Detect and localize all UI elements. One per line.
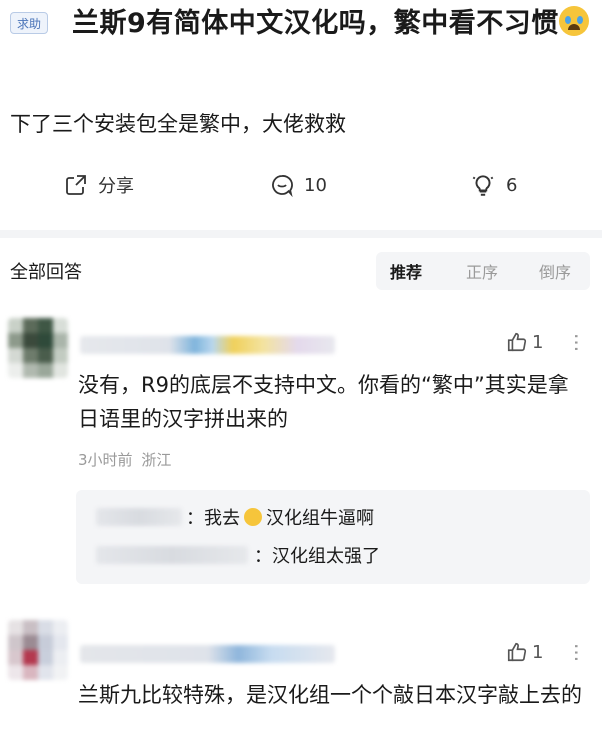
like-count: 1 (532, 641, 544, 663)
avatar[interactable] (8, 620, 68, 680)
comment-button[interactable]: 10 (270, 170, 327, 200)
loudly-crying-face-icon (558, 6, 589, 36)
sort-descending[interactable]: 倒序 (539, 259, 571, 283)
username-blurred[interactable] (80, 645, 335, 663)
like-button[interactable]: 1 (506, 641, 543, 663)
question-description: 下了三个安装包全是繁中，大佬救救 (10, 112, 346, 136)
question-title-text: 兰斯9有简体中文汉化吗，繁中看不习惯 (72, 8, 559, 39)
idea-button[interactable]: 6 (470, 170, 517, 200)
smirking-face-icon (244, 508, 262, 526)
reply-username-blurred[interactable] (96, 546, 248, 564)
comment-icon (272, 175, 293, 197)
reply-username-blurred[interactable] (96, 508, 182, 526)
answer-location: 浙江 (141, 451, 172, 469)
like-count: 1 (532, 331, 544, 353)
avatar[interactable] (8, 318, 68, 378)
answer-time: 3小时前 (78, 451, 133, 469)
reply-1: ：我去 汉化组牛逼啊 (186, 504, 374, 530)
share-label: 分享 (98, 176, 134, 197)
answer-meta: 3小时前 浙江 (78, 449, 171, 470)
reply-1-text-after: 汉化组牛逼啊 (266, 508, 374, 529)
thumbs-up-icon (507, 642, 527, 662)
sort-ascending[interactable]: 正序 (466, 259, 498, 283)
like-button[interactable]: 1 (506, 331, 543, 353)
share-icon (66, 175, 86, 195)
sort-recommended[interactable]: 推荐 (390, 259, 422, 283)
idea-count: 6 (506, 174, 518, 196)
question-title: 兰斯9有简体中文汉化吗，繁中看不习惯 (10, 2, 595, 45)
thumbs-up-icon (507, 332, 527, 352)
comment-count: 10 (304, 174, 327, 196)
reply-2: ：汉化组太强了 (254, 546, 380, 567)
all-answers-title: 全部回答 (10, 262, 82, 283)
answer-text: 没有，R9的底层不支持中文。你看的“繁中”其实是拿日语里的汉字拼出来的 (78, 373, 569, 431)
username-blurred[interactable] (80, 336, 335, 354)
answer-text: 兰斯九比较特殊，是汉化组一个个敲日本汉字敲上去的 (78, 683, 582, 707)
lightbulb-icon (472, 175, 494, 196)
more-options-icon[interactable]: ··· (564, 643, 588, 662)
share-button[interactable]: 分享 (64, 170, 134, 200)
section-divider (0, 230, 602, 238)
reply-1-text: ：我去 (186, 508, 240, 529)
more-options-icon[interactable]: ··· (564, 333, 588, 352)
